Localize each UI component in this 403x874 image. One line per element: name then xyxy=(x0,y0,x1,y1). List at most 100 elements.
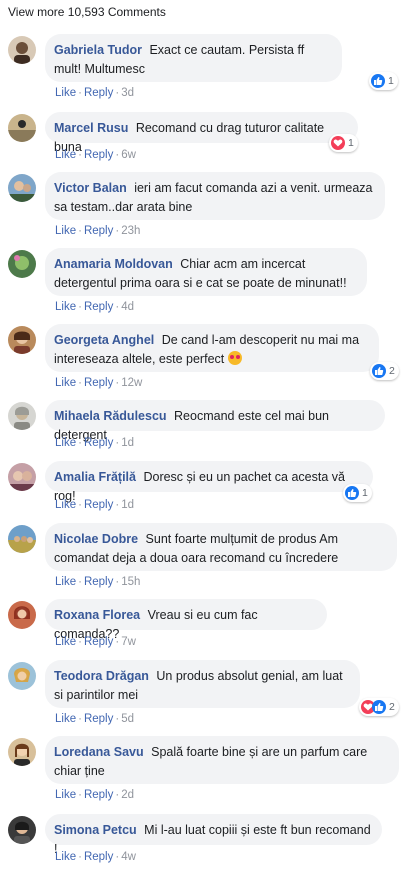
avatar[interactable] xyxy=(8,601,36,629)
comment-author[interactable]: Simona Petcu xyxy=(54,823,137,837)
reply-button[interactable]: Reply xyxy=(84,225,113,237)
like-button[interactable]: Like xyxy=(55,87,76,99)
reply-button[interactable]: Reply xyxy=(84,87,113,99)
reply-button[interactable]: Reply xyxy=(84,851,113,863)
avatar[interactable] xyxy=(8,402,36,430)
avatar[interactable] xyxy=(8,114,36,142)
avatar[interactable] xyxy=(8,525,36,553)
like-button[interactable]: Like xyxy=(55,377,76,389)
reaction-summary[interactable]: 2 xyxy=(370,362,399,380)
comment-actions: Like · Reply · 23h xyxy=(55,225,141,237)
reply-button[interactable]: Reply xyxy=(84,499,113,511)
reply-button[interactable]: Reply xyxy=(84,301,113,313)
comment-bubble: Gabriela Tudor Exact ce cautam. Persista… xyxy=(45,34,342,82)
comment-actions: Like · Reply · 4d xyxy=(55,301,134,313)
like-button[interactable]: Like xyxy=(55,437,76,449)
like-icon xyxy=(371,74,385,88)
comment-timestamp[interactable]: 1d xyxy=(121,499,134,511)
avatar[interactable] xyxy=(8,738,36,766)
comment-author[interactable]: Roxana Florea xyxy=(54,608,140,622)
comment-author[interactable]: Marcel Rusu xyxy=(54,121,128,135)
comment-actions: Like · Reply · 12w xyxy=(55,377,143,389)
love-icon xyxy=(331,136,345,150)
like-button[interactable]: Like xyxy=(55,301,76,313)
avatar[interactable] xyxy=(8,463,36,491)
comment-bubble: Mihaela Rădulescu Reocmand este cel mai … xyxy=(45,400,385,442)
comment-author[interactable]: Teodora Drăgan xyxy=(54,669,149,683)
reaction-count: 1 xyxy=(348,137,354,149)
comment-bubble: Nicolae Dobre Sunt foarte mulțumit de pr… xyxy=(45,523,397,571)
comment-bubble: Simona Petcu Mi l-au luat copiii și este… xyxy=(45,814,382,856)
comment-author[interactable]: Georgeta Anghel xyxy=(54,333,154,347)
comment-actions: Like · Reply · 15h xyxy=(55,576,141,588)
reaction-count: 1 xyxy=(362,487,368,499)
like-icon xyxy=(372,700,386,714)
avatar[interactable] xyxy=(8,816,36,844)
comment-author[interactable]: Anamaria Moldovan xyxy=(54,257,173,271)
comment-timestamp[interactable]: 7w xyxy=(121,636,136,648)
reply-button[interactable]: Reply xyxy=(84,636,113,648)
comment-author[interactable]: Nicolae Dobre xyxy=(54,532,138,546)
comment-timestamp[interactable]: 2d xyxy=(121,789,134,801)
reply-button[interactable]: Reply xyxy=(84,149,113,161)
reaction-summary[interactable]: 1 xyxy=(329,134,358,152)
comment-actions: Like · Reply · 1d xyxy=(55,499,134,511)
avatar[interactable] xyxy=(8,326,36,354)
like-button[interactable]: Like xyxy=(55,851,76,863)
reaction-summary[interactable]: 2 xyxy=(359,698,399,716)
comment-author[interactable]: Loredana Savu xyxy=(54,745,144,759)
reaction-summary[interactable]: 1 xyxy=(343,484,372,502)
like-button[interactable]: Like xyxy=(55,576,76,588)
like-button[interactable]: Like xyxy=(55,225,76,237)
avatar[interactable] xyxy=(8,250,36,278)
reply-button[interactable]: Reply xyxy=(84,377,113,389)
reaction-count: 2 xyxy=(389,365,395,377)
avatar[interactable] xyxy=(8,174,36,202)
comment-bubble: Teodora Drăgan Un produs absolut genial,… xyxy=(45,660,360,708)
comment-actions: Like · Reply · 6w xyxy=(55,149,136,161)
reaction-count: 1 xyxy=(388,75,394,87)
comment-bubble: Amalia Frățilă Doresc și eu un pachet ca… xyxy=(45,461,373,503)
reaction-summary[interactable]: 1 xyxy=(369,72,398,90)
heart-eyes-emoji-icon xyxy=(227,351,242,365)
view-more-comments-link[interactable]: View more 10,593 Comments xyxy=(8,5,166,19)
comment-actions: Like · Reply · 4w xyxy=(55,851,136,863)
comment-author[interactable]: Gabriela Tudor xyxy=(54,43,142,57)
comment-bubble: Roxana Florea Vreau si eu cum fac comand… xyxy=(45,599,327,641)
like-icon xyxy=(345,486,359,500)
comment-actions: Like · Reply · 3d xyxy=(55,87,134,99)
comment-timestamp[interactable]: 12w xyxy=(121,377,142,389)
comment-bubble: Marcel Rusu Recomand cu drag tuturor cal… xyxy=(45,112,358,154)
comment-author[interactable]: Victor Balan xyxy=(54,181,127,195)
comment-timestamp[interactable]: 1d xyxy=(121,437,134,449)
reply-button[interactable]: Reply xyxy=(84,713,113,725)
comment-timestamp[interactable]: 5d xyxy=(121,713,134,725)
comment-bubble: Loredana Savu Spală foarte bine și are u… xyxy=(45,736,399,784)
avatar[interactable] xyxy=(8,662,36,690)
like-button[interactable]: Like xyxy=(55,499,76,511)
like-button[interactable]: Like xyxy=(55,789,76,801)
comment-actions: Like · Reply · 2d xyxy=(55,789,134,801)
comment-actions: Like · Reply · 7w xyxy=(55,636,136,648)
comment-timestamp[interactable]: 6w xyxy=(121,149,136,161)
comment-bubble: Anamaria Moldovan Chiar acm am incercat … xyxy=(45,248,367,296)
reply-button[interactable]: Reply xyxy=(84,437,113,449)
like-button[interactable]: Like xyxy=(55,636,76,648)
comment-timestamp[interactable]: 4d xyxy=(121,301,134,313)
comment-bubble: Victor Balan ieri am facut comanda azi a… xyxy=(45,172,385,220)
avatar[interactable] xyxy=(8,36,36,64)
comment-timestamp[interactable]: 23h xyxy=(121,225,140,237)
comment-timestamp[interactable]: 3d xyxy=(121,87,134,99)
reply-button[interactable]: Reply xyxy=(84,789,113,801)
comment-timestamp[interactable]: 15h xyxy=(121,576,140,588)
like-button[interactable]: Like xyxy=(55,713,76,725)
comment-bubble: Georgeta Anghel De cand l-am descoperit … xyxy=(45,324,379,372)
like-icon xyxy=(372,364,386,378)
like-button[interactable]: Like xyxy=(55,149,76,161)
comment-timestamp[interactable]: 4w xyxy=(121,851,136,863)
reaction-count: 2 xyxy=(389,701,395,713)
reply-button[interactable]: Reply xyxy=(84,576,113,588)
comment-author[interactable]: Mihaela Rădulescu xyxy=(54,409,167,423)
comment-actions: Like · Reply · 5d xyxy=(55,713,134,725)
comment-author[interactable]: Amalia Frățilă xyxy=(54,470,136,484)
